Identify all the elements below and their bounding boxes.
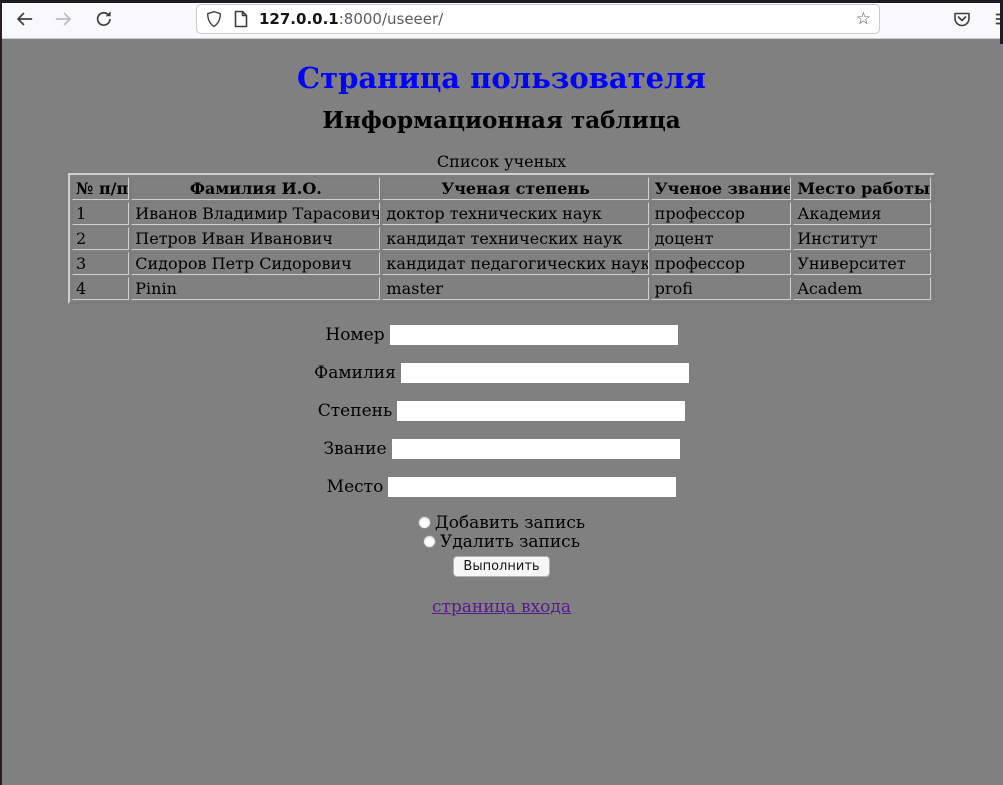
forward-button[interactable] (54, 9, 74, 29)
table-cell: доцент (651, 227, 792, 250)
column-header: Место работы (793, 177, 931, 200)
bookmark-star-icon[interactable]: ☆ (856, 11, 871, 28)
table-cell: Петров Иван Иванович (131, 227, 380, 250)
table-cell: профессор (651, 202, 792, 225)
radio-group: Добавить записьУдалить запись (0, 514, 1003, 552)
table-cell: 2 (72, 227, 129, 250)
place-label: Место (327, 477, 384, 497)
delete-record-radio[interactable] (423, 535, 436, 548)
scientists-table: Список ученых № п/пФамилия И.О.Ученая ст… (68, 152, 935, 304)
back-button[interactable] (14, 9, 34, 29)
table-row: 4PininmasterprofiAcadem (72, 277, 931, 300)
table-cell: 1 (72, 202, 129, 225)
footer-link-row: страница входа (0, 597, 1003, 617)
place-input[interactable] (388, 477, 676, 497)
browser-window: 127.0.0.1:8000/useeer/ ☆ Страница пользо… (0, 0, 1003, 785)
table-row: 1Иванов Владимир Тарасовичдоктор техниче… (72, 202, 931, 225)
window-border-left (0, 0, 2, 785)
table-cell: master (382, 277, 648, 300)
table-row: 2Петров Иван Ивановичкандидат технически… (72, 227, 931, 250)
forward-arrow-icon (54, 9, 74, 29)
add-record-radio[interactable] (418, 516, 431, 529)
table-cell: Academ (793, 277, 931, 300)
table-body: 1Иванов Владимир Тарасовичдоктор техниче… (72, 202, 931, 300)
reload-icon (94, 9, 114, 29)
login-page-link[interactable]: страница входа (432, 597, 571, 617)
url-path: :8000/useeer/ (339, 10, 444, 28)
table-cell: Институт (793, 227, 931, 250)
reload-button[interactable] (94, 9, 114, 29)
form-row: Звание (0, 438, 1003, 458)
execute-button[interactable]: Выполнить (453, 556, 549, 577)
pocket-icon[interactable] (952, 9, 972, 29)
page-subtitle: Информационная таблица (0, 107, 1003, 134)
table-cell: кандидат технических наук (382, 227, 648, 250)
radio-row: Добавить запись (0, 514, 1003, 533)
record-form: Номер Фамилия Степень Звание Место Добавить … (0, 324, 1003, 577)
url-bar[interactable]: 127.0.0.1:8000/useeer/ ☆ (196, 4, 880, 34)
surname-input[interactable] (401, 363, 689, 383)
url-host: 127.0.0.1 (259, 10, 339, 28)
table-cell: Университет (793, 252, 931, 275)
form-row: Степень (0, 400, 1003, 420)
url-text[interactable]: 127.0.0.1:8000/useeer/ (259, 10, 856, 28)
form-fields: Номер Фамилия Степень Звание Место (0, 324, 1003, 496)
page-title: Страница пользователя (0, 61, 1003, 95)
shield-icon[interactable] (205, 10, 223, 28)
number-label: Номер (325, 325, 384, 345)
table-cell: 4 (72, 277, 129, 300)
radio-row: Удалить запись (0, 533, 1003, 552)
column-header: Ученая степень (382, 177, 648, 200)
table-cell: Сидоров Петр Сидорович (131, 252, 380, 275)
column-header: Ученое звание (651, 177, 792, 200)
degree-input[interactable] (397, 401, 685, 421)
delete-record-radio-label: Удалить запись (440, 532, 580, 552)
page-info-icon[interactable] (233, 10, 249, 28)
table-cell: кандидат педагогических наук (382, 252, 648, 275)
table-cell: Pinin (131, 277, 380, 300)
window-border-top (0, 0, 1003, 3)
add-record-radio-label: Добавить запись (435, 513, 585, 533)
toolbar-right-group (952, 9, 1003, 29)
table-header-row: № п/пФамилия И.О.Ученая степеньУченое зв… (72, 177, 931, 200)
table-cell: доктор технических наук (382, 202, 648, 225)
degree-label: Степень (318, 401, 392, 421)
table-cell: профессор (651, 252, 792, 275)
table-cell: 3 (72, 252, 129, 275)
table-row: 3Сидоров Петр Сидоровичкандидат педагоги… (72, 252, 931, 275)
submit-row: Выполнить (0, 555, 1003, 577)
table-cell: profi (651, 277, 792, 300)
form-row: Место (0, 476, 1003, 496)
nav-button-group (14, 9, 134, 29)
form-row: Номер (0, 324, 1003, 344)
table-caption: Список ученых (68, 152, 935, 173)
form-row: Фамилия (0, 362, 1003, 382)
rank-label: Звание (323, 439, 386, 459)
column-header: Фамилия И.О. (131, 177, 380, 200)
number-input[interactable] (390, 325, 678, 345)
back-arrow-icon (14, 9, 34, 29)
table-cell: Иванов Владимир Тарасович (131, 202, 380, 225)
column-header: № п/п (72, 177, 129, 200)
table-cell: Академия (793, 202, 931, 225)
browser-toolbar: 127.0.0.1:8000/useeer/ ☆ (0, 0, 1003, 39)
page-content: Страница пользователя Информационная таб… (0, 61, 1003, 617)
rank-input[interactable] (392, 439, 680, 459)
surname-label: Фамилия (314, 363, 396, 383)
